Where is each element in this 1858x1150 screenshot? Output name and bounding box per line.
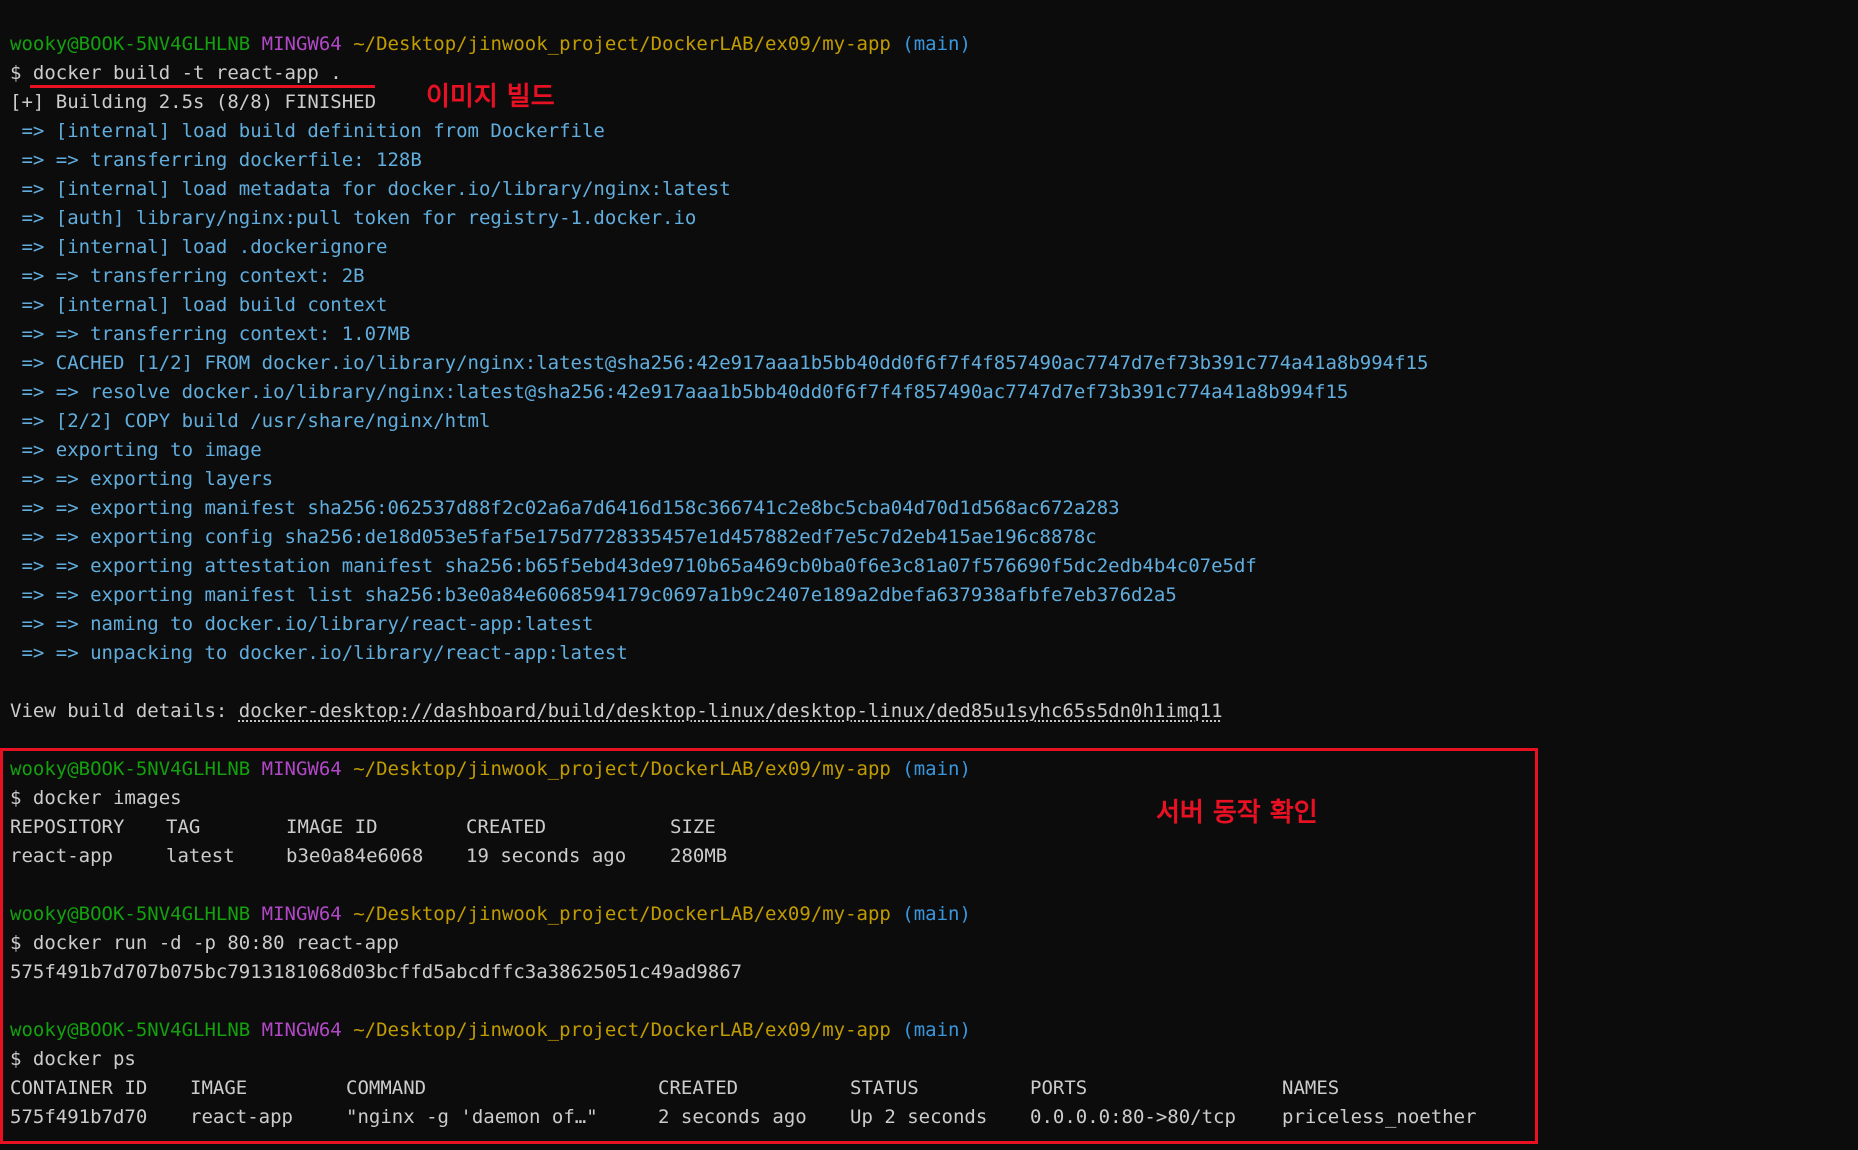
prompt-branch: (main) bbox=[902, 33, 971, 55]
build-step: => CACHED [1/2] FROM docker.io/library/n… bbox=[10, 352, 1429, 374]
prompt-shell: MINGW64 bbox=[261, 33, 342, 55]
build-status: [+] Building 2.5s (8/8) FINISHED bbox=[10, 91, 377, 113]
build-step: => => exporting manifest list sha256:b3e… bbox=[10, 584, 1177, 606]
build-step: => => unpacking to docker.io/library/rea… bbox=[10, 642, 628, 664]
build-command-underline bbox=[30, 85, 375, 88]
prompt-line: wooky@BOOK-5NV4GLHLNB MINGW64 ~/Desktop/… bbox=[10, 30, 1502, 59]
build-details-link[interactable]: docker-desktop://dashboard/build/desktop… bbox=[239, 700, 1223, 722]
build-step: => => transferring dockerfile: 128B bbox=[10, 149, 422, 171]
build-step: => => exporting manifest sha256:062537d8… bbox=[10, 497, 1120, 519]
build-step: => [auth] library/nginx:pull token for r… bbox=[10, 207, 697, 229]
build-step: => => transferring context: 1.07MB bbox=[10, 323, 411, 345]
build-step: => [internal] load build definition from… bbox=[10, 120, 605, 142]
build-step: => => exporting attestation manifest sha… bbox=[10, 555, 1257, 577]
prompt-path: ~/Desktop/jinwook_project/DockerLAB/ex09… bbox=[353, 33, 891, 55]
build-step: => => exporting config sha256:de18d053e5… bbox=[10, 526, 1097, 548]
build-step: => [internal] load .dockerignore bbox=[10, 236, 388, 258]
build-step: => exporting to image bbox=[10, 439, 262, 461]
prompt-user-host: wooky@BOOK-5NV4GLHLNB bbox=[10, 33, 251, 55]
build-step: => => exporting layers bbox=[10, 468, 274, 490]
build-annotation: 이미지 빌드 bbox=[426, 82, 555, 112]
build-step: => [2/2] COPY build /usr/share/nginx/htm… bbox=[10, 410, 491, 432]
build-step: => => naming to docker.io/library/react-… bbox=[10, 613, 594, 635]
build-step: => [internal] load metadata for docker.i… bbox=[10, 178, 731, 200]
server-check-annotation: 서버 동작 확인 bbox=[1156, 798, 1318, 828]
build-step: => => resolve docker.io/library/nginx:la… bbox=[10, 381, 1349, 403]
build-step: => [internal] load build context bbox=[10, 294, 388, 316]
build-details-line: View build details: docker-desktop://das… bbox=[10, 697, 1502, 726]
build-details-label: View build details: bbox=[10, 700, 239, 722]
build-command: $ docker build -t react-app . bbox=[10, 62, 342, 84]
build-step: => => transferring context: 2B bbox=[10, 265, 365, 287]
